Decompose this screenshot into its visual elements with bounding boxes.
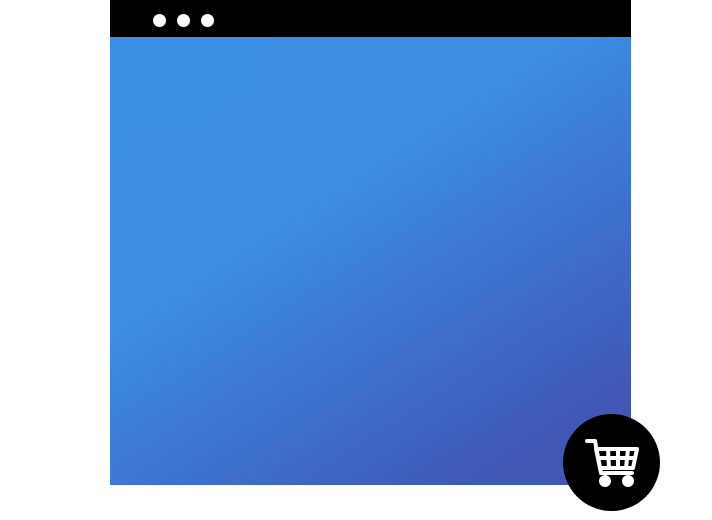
shopping-cart-icon [584,438,639,487]
window-content-area [110,37,631,485]
browser-window [110,0,631,485]
shopping-cart-button[interactable] [563,414,660,511]
window-dot-icon [201,14,214,27]
window-dot-icon [153,14,166,27]
window-dot-icon [177,14,190,27]
stage [0,0,712,520]
window-title-bar [110,0,631,37]
